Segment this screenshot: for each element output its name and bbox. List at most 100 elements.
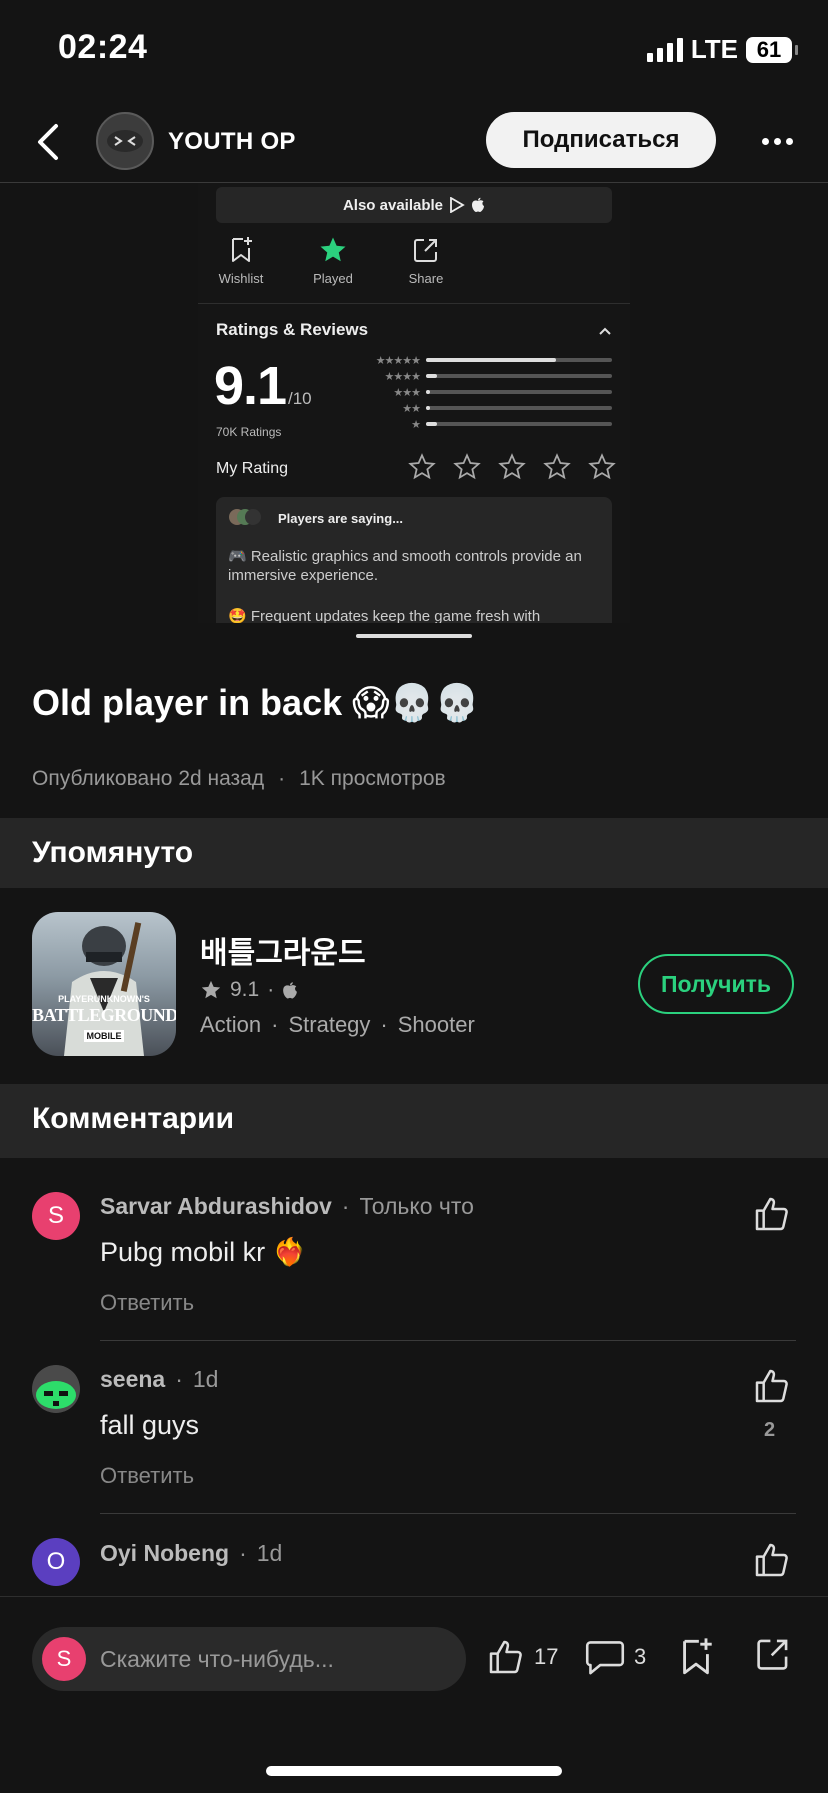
- comment-time: Только что: [359, 1193, 474, 1219]
- comments-title: Комментарии: [32, 1102, 235, 1135]
- chevron-up-icon[interactable]: [598, 323, 612, 341]
- also-available-banner: Also available: [216, 187, 612, 223]
- like-count: 2: [764, 1419, 776, 1441]
- share-action[interactable]: Share: [391, 235, 461, 286]
- bar-fill: [426, 374, 438, 378]
- my-rating-stars[interactable]: [408, 453, 616, 481]
- avatar: S: [42, 1637, 86, 1681]
- avatar[interactable]: S: [32, 1192, 80, 1240]
- share-label: Share: [408, 271, 444, 286]
- view-count: 1K просмотров: [299, 767, 446, 790]
- wishlist-label: Wishlist: [218, 271, 264, 286]
- bar-stars-label: ★★★★★: [375, 354, 421, 367]
- get-game-button[interactable]: Получить: [638, 954, 794, 1014]
- comment-author[interactable]: Oyi Nobeng: [100, 1540, 229, 1567]
- rating-bar-3: ★★★: [356, 387, 612, 399]
- alien-avatar-icon: [32, 1365, 80, 1413]
- thumbs-up-icon: [489, 1640, 522, 1674]
- comment-author[interactable]: Sarvar Abdurashidov: [100, 1193, 332, 1220]
- players-saying-box: Players are saying... 🎮 Realistic graphi…: [216, 497, 612, 623]
- avatar[interactable]: O: [32, 1538, 80, 1586]
- bar-fill: [426, 422, 438, 426]
- thumbs-up-icon[interactable]: [752, 1366, 792, 1411]
- meta-separator: ·: [175, 1366, 183, 1392]
- network-label: LTE: [690, 34, 738, 64]
- comment-header: seena · 1d: [100, 1366, 218, 1393]
- share-icon: [757, 1639, 788, 1670]
- signal-icon: [646, 37, 683, 62]
- bar-stars-label: ★★★★: [384, 370, 421, 383]
- star-outline-icon[interactable]: [453, 453, 481, 481]
- post-screenshot[interactable]: Also available Wishlist Played Share Rat…: [198, 183, 630, 623]
- status-time: 02:24: [58, 28, 148, 66]
- game-icon-subtitle: PLAYERUNKNOWN'S: [58, 994, 150, 1004]
- star-outline-icon[interactable]: [543, 453, 571, 481]
- comment-header: Sarvar Abdurashidov · Только что: [100, 1193, 474, 1220]
- published-time: Опубликовано 2d назад: [32, 767, 265, 790]
- post-meta: Опубликовано 2d назад · 1K просмотров: [32, 767, 446, 791]
- thumbs-up-icon[interactable]: [752, 1540, 792, 1585]
- rating-bar-1: ★: [356, 419, 612, 431]
- subscribe-button[interactable]: Подписаться: [486, 112, 716, 168]
- comment-author[interactable]: seena: [100, 1366, 165, 1393]
- share-button[interactable]: [756, 1637, 790, 1671]
- rating-score: 9.1: [214, 356, 287, 416]
- star-filled-icon: [298, 235, 368, 265]
- channel-name[interactable]: YOUTH OP: [168, 128, 296, 156]
- players-saying-title: Players are saying...: [278, 511, 404, 526]
- reply-button[interactable]: Ответить: [100, 1290, 194, 1316]
- home-indicator: [266, 1766, 562, 1776]
- meta-separator: ·: [271, 1012, 279, 1037]
- more-options-icon[interactable]: [762, 138, 793, 145]
- reply-button[interactable]: Ответить: [100, 1463, 194, 1489]
- bar-stars-label: ★★: [402, 402, 421, 415]
- post-title: Old player in back 😱💀💀: [32, 682, 480, 723]
- game-rating-value: 9.1: [230, 978, 260, 1001]
- status-indicators: LTE 61: [646, 34, 798, 65]
- player-avatars-icon: [229, 509, 261, 525]
- back-icon[interactable]: [36, 122, 60, 167]
- comment-text: fall guys: [100, 1410, 200, 1440]
- saying-text: 🎮 Realistic graphics and smooth controls…: [228, 548, 582, 584]
- channel-header: YOUTH OP Подписаться: [0, 100, 828, 183]
- channel-avatar[interactable]: [96, 112, 154, 170]
- ratings-title: Ratings & Reviews: [216, 320, 369, 339]
- rating-of: /10: [288, 389, 312, 408]
- meta-separator: ·: [278, 767, 286, 790]
- like-count: 17: [534, 1644, 559, 1669]
- apple-icon: [283, 981, 298, 998]
- avatar[interactable]: [32, 1365, 80, 1413]
- ratings-count: 70K Ratings: [216, 425, 282, 439]
- rating-bar-4: ★★★★: [356, 370, 612, 383]
- game-icon[interactable]: PLAYERUNKNOWN'S BATTLEGROUNDS MOBILE: [32, 912, 176, 1056]
- star-outline-icon[interactable]: [588, 453, 616, 481]
- bookmark-plus-icon: [206, 235, 276, 265]
- game-icon-title: BATTLEGROUNDS: [32, 1005, 176, 1025]
- game-tag: Shooter: [397, 1012, 475, 1037]
- bookmark-button[interactable]: [678, 1637, 714, 1677]
- bar-fill: [426, 406, 430, 410]
- rating-bar-2: ★★: [356, 402, 612, 415]
- thumbs-up-icon[interactable]: [752, 1194, 792, 1239]
- like-button[interactable]: 17: [486, 1637, 558, 1677]
- comment-input[interactable]: S Скажите что-нибудь...: [32, 1627, 466, 1691]
- mentioned-section-header: Упомянуто: [0, 818, 828, 888]
- star-outline-icon[interactable]: [498, 453, 526, 481]
- wishlist-action[interactable]: Wishlist: [206, 235, 276, 286]
- comment-header: Oyi Nobeng · 1d: [100, 1540, 282, 1567]
- played-action[interactable]: Played: [298, 235, 368, 286]
- divider: [100, 1340, 796, 1341]
- star-filled-icon: [201, 980, 221, 999]
- comment-count: 3: [634, 1644, 647, 1669]
- battery-icon: 61: [746, 36, 798, 63]
- carousel-indicator: [356, 634, 472, 638]
- comment-button[interactable]: 3: [584, 1637, 646, 1677]
- rating-bar-5: ★★★★★: [356, 354, 612, 367]
- meta-separator: ·: [239, 1540, 247, 1566]
- star-outline-icon[interactable]: [408, 453, 436, 481]
- comment-time: 1d: [192, 1366, 219, 1392]
- bookmark-plus-icon: [683, 1638, 712, 1675]
- game-rating: 9.1 ·: [200, 978, 298, 1002]
- game-tag: Action: [200, 1012, 262, 1037]
- game-name[interactable]: 배틀그라운드: [200, 928, 366, 972]
